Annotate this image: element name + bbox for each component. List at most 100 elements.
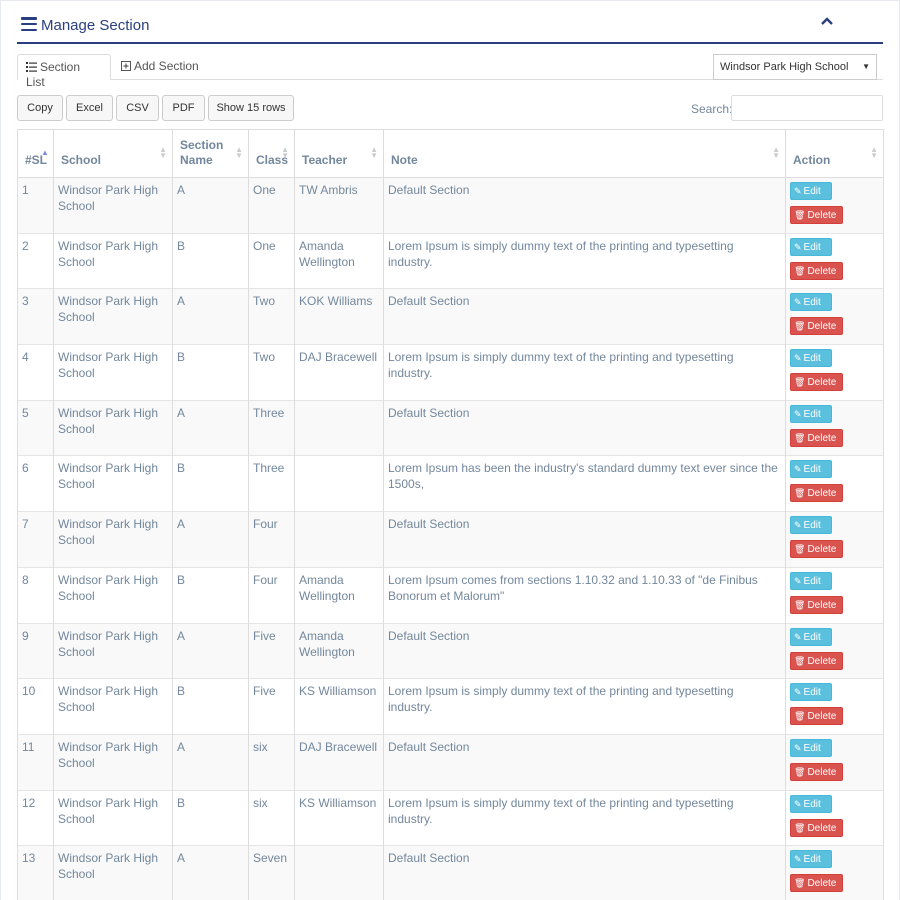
column-header-teacher[interactable]: Teacher ▲ ▼: [294, 129, 384, 178]
sort-icon: ▲ ▼: [870, 145, 878, 160]
cell-sl: 6: [17, 455, 54, 512]
column-header-school[interactable]: School ▲ ▼: [53, 129, 173, 178]
edit-icon: ✎: [794, 408, 802, 419]
csv-button[interactable]: CSV: [116, 95, 159, 121]
copy-button[interactable]: Copy: [17, 95, 63, 121]
delete-button[interactable]: 🗑 Delete: [790, 428, 843, 447]
table-row: 2 Windsor Park High School B One Amanda Well…: [17, 232, 884, 289]
edit-button[interactable]: ✎ Edit: [790, 460, 832, 479]
cell-note: Lorem Ipsum has been the industry's stan…: [383, 455, 786, 512]
edit-button[interactable]: ✎ Edit: [790, 738, 832, 757]
cell-section: A: [172, 845, 249, 900]
cell-teacher: [294, 511, 384, 568]
delete-button[interactable]: 🗑 Delete: [790, 484, 843, 503]
cell-action: ✎ Edit 🗑 Delete: [785, 177, 884, 234]
delete-button-label: Delete: [807, 544, 837, 556]
cell-note: Default Section: [383, 177, 786, 234]
edit-button[interactable]: ✎ Edit: [790, 516, 832, 535]
tab-add-section[interactable]: Add Section: [113, 54, 213, 80]
delete-button[interactable]: 🗑 Delete: [790, 261, 843, 280]
cell-class: Four: [248, 511, 295, 568]
edit-button[interactable]: ✎ Edit: [790, 404, 832, 423]
column-header-class[interactable]: Class ▲ ▼: [248, 129, 295, 178]
trash-icon: 🗑: [794, 822, 806, 833]
cell-school: Windsor Park High School: [53, 845, 173, 900]
delete-button[interactable]: 🗑 Delete: [790, 373, 843, 392]
table-row: 3 Windsor Park High School A Two KOK William…: [17, 288, 884, 345]
search-input[interactable]: [731, 95, 883, 121]
edit-button[interactable]: ✎ Edit: [790, 850, 832, 869]
column-header-note[interactable]: Note ▲ ▼: [383, 129, 786, 178]
delete-button[interactable]: 🗑 Delete: [790, 707, 843, 726]
edit-icon: ✎: [794, 241, 802, 252]
edit-button-label: Edit: [803, 687, 821, 699]
school-select[interactable]: Windsor Park High School ▼: [713, 54, 877, 80]
edit-button-label: Edit: [803, 798, 821, 810]
cell-section: A: [172, 733, 249, 791]
show-rows-button[interactable]: Show 15 rows: [208, 95, 294, 121]
cell-note: Default Section: [383, 288, 786, 345]
cell-note: Lorem Ipsum is simply dummy text of the …: [383, 789, 786, 846]
delete-button[interactable]: 🗑 Delete: [790, 818, 843, 837]
delete-button-label: Delete: [807, 655, 837, 667]
cell-sl: 1: [17, 177, 54, 234]
cell-school: Windsor Park High School: [53, 511, 173, 568]
cell-class: One: [248, 232, 295, 289]
cell-sl: 5: [17, 399, 54, 456]
cell-class: Two: [248, 288, 295, 345]
edit-button-label: Edit: [803, 575, 821, 587]
cell-teacher: KS Williamson: [294, 678, 384, 735]
edit-icon: ✎: [794, 742, 802, 753]
cell-action: ✎ Edit 🗑 Delete: [785, 678, 884, 735]
cell-school: Windsor Park High School: [53, 455, 173, 512]
cell-action: ✎ Edit 🗑 Delete: [785, 455, 884, 512]
column-header-sl[interactable]: ▲ #SL: [17, 129, 54, 178]
delete-button[interactable]: 🗑 Delete: [790, 317, 843, 336]
edit-button[interactable]: ✎ Edit: [790, 182, 832, 200]
edit-button-label: Edit: [803, 464, 821, 476]
delete-button[interactable]: 🗑 Delete: [790, 595, 843, 614]
edit-button[interactable]: ✎ Edit: [790, 794, 832, 813]
edit-button[interactable]: ✎ Edit: [790, 349, 832, 368]
edit-icon: ✎: [794, 297, 802, 308]
cell-teacher: Amanda Wellington: [294, 622, 384, 679]
delete-button[interactable]: 🗑 Delete: [790, 206, 843, 224]
edit-icon: ✎: [794, 798, 802, 809]
excel-button[interactable]: Excel: [66, 95, 113, 121]
cell-section: B: [172, 455, 249, 512]
edit-button[interactable]: ✎ Edit: [790, 293, 832, 312]
sort-asc-icon: ▲: [41, 148, 49, 157]
trash-icon: 🗑: [794, 711, 806, 722]
cell-teacher: [294, 399, 384, 456]
cell-teacher: [294, 845, 384, 900]
chevron-up-icon[interactable]: [819, 14, 835, 30]
tab-section-list[interactable]: Section List: [17, 54, 111, 89]
cell-section: B: [172, 232, 249, 289]
cell-school: Windsor Park High School: [53, 344, 173, 401]
cell-action: ✎ Edit 🗑 Delete: [785, 288, 884, 345]
edit-icon: ✎: [794, 575, 802, 586]
sort-icon: ▲ ▼: [159, 145, 167, 160]
cell-class: Five: [248, 678, 295, 735]
edit-button-label: Edit: [803, 408, 821, 420]
column-header-section-name[interactable]: Section Name ▲ ▼: [172, 129, 249, 178]
delete-button[interactable]: 🗑 Delete: [790, 651, 843, 670]
edit-button[interactable]: ✎ Edit: [790, 627, 832, 646]
cell-sl: 13: [17, 845, 54, 900]
trash-icon: 🗑: [794, 878, 806, 889]
delete-button[interactable]: 🗑 Delete: [790, 874, 843, 893]
edit-button[interactable]: ✎ Edit: [790, 237, 832, 256]
cell-action: ✎ Edit 🗑 Delete: [785, 566, 884, 623]
delete-button[interactable]: 🗑 Delete: [790, 762, 843, 781]
page-title: Manage Section: [41, 17, 150, 34]
edit-icon: ✎: [794, 687, 802, 698]
table-row: 11 Windsor Park High School Asix DAJ Bracew…: [17, 733, 884, 791]
edit-button[interactable]: ✎ Edit: [790, 683, 832, 702]
trash-icon: 🗑: [794, 655, 806, 666]
pdf-button[interactable]: PDF: [162, 95, 205, 121]
column-header-action[interactable]: Action ▲ ▼: [785, 129, 884, 178]
table-header-row: ▲ #SL School ▲ ▼ Section Name ▲ ▼ Class ▲ ▼ Tea…: [17, 129, 884, 178]
cell-class: Seven: [248, 845, 295, 900]
delete-button[interactable]: 🗑 Delete: [790, 540, 843, 559]
edit-button[interactable]: ✎ Edit: [790, 571, 832, 590]
